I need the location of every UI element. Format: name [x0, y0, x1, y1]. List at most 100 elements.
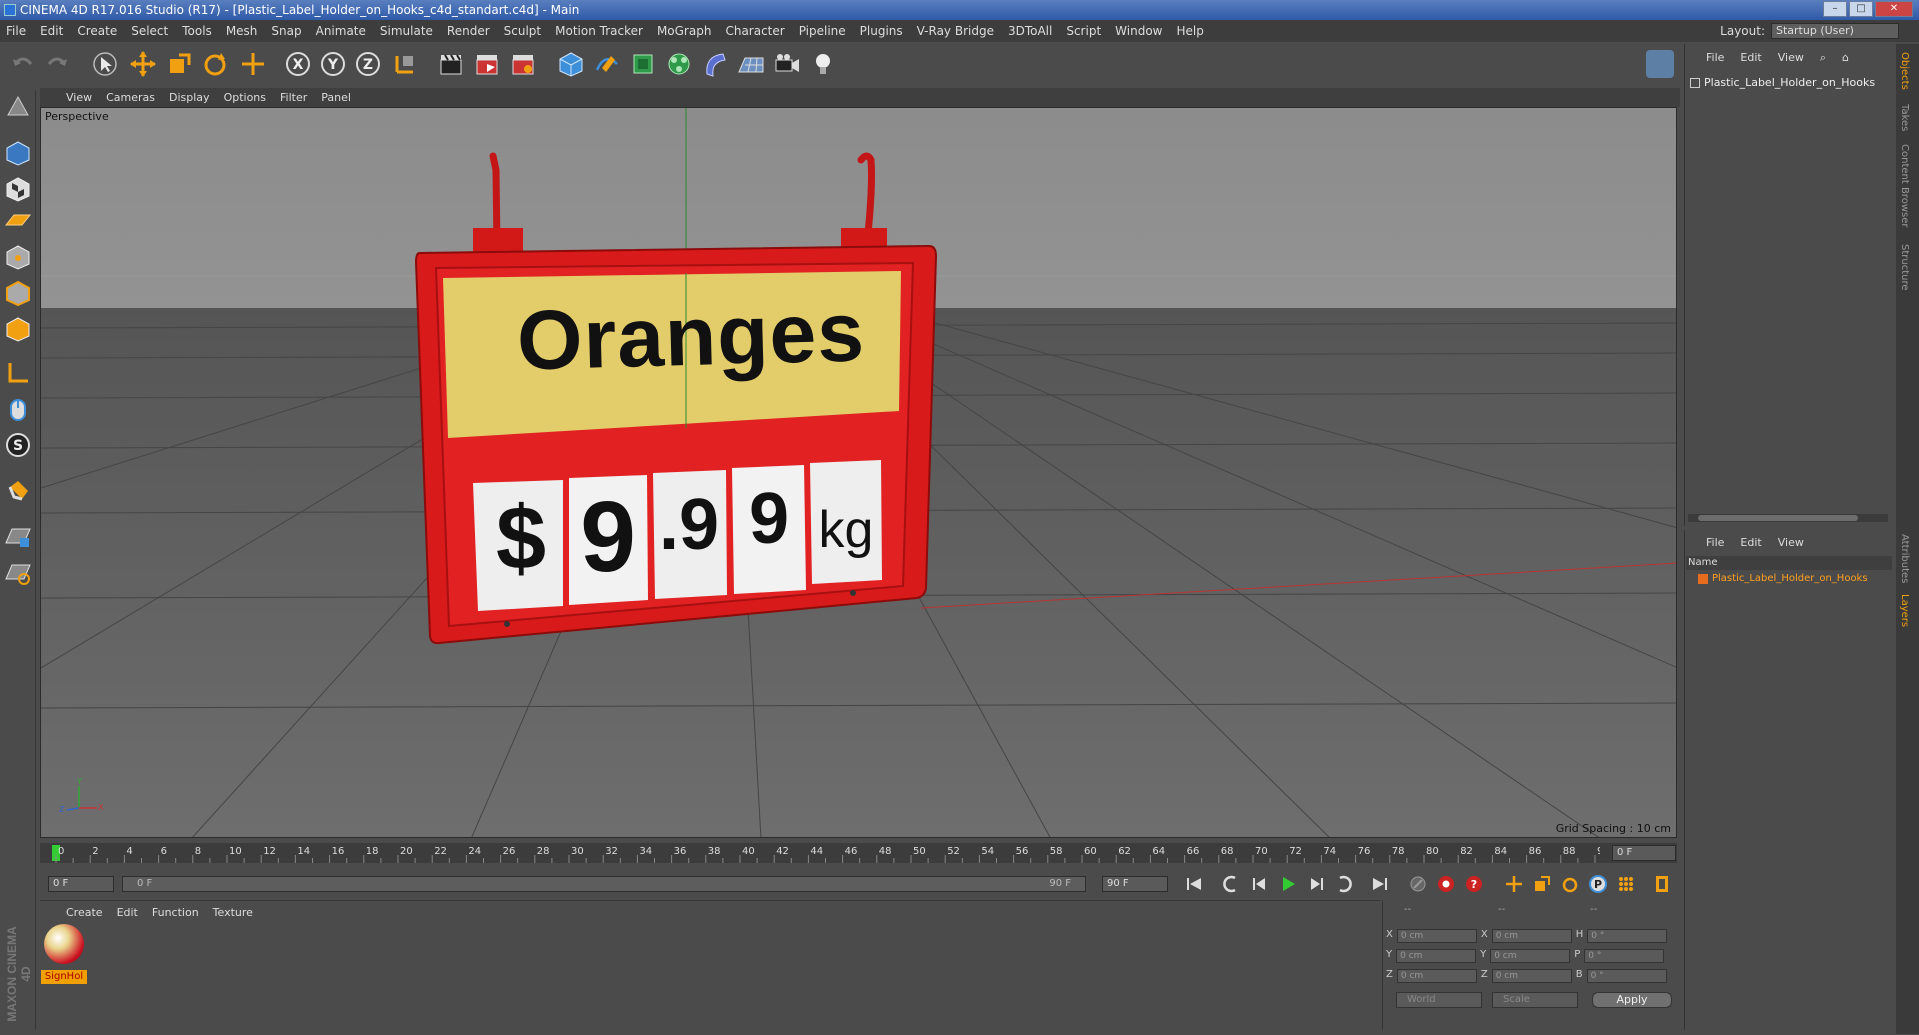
workplane-align-button[interactable] — [3, 558, 33, 588]
recent-tools-button[interactable] — [238, 49, 268, 79]
points-mode-button[interactable] — [3, 242, 33, 272]
menu-render[interactable]: Render — [447, 24, 490, 38]
rotate-tool-button[interactable] — [200, 49, 230, 79]
menu-snap[interactable]: Snap — [271, 24, 301, 38]
redo-button[interactable] — [42, 49, 72, 79]
viewport-menu-view[interactable]: View — [66, 91, 92, 104]
menu-edit[interactable]: Edit — [40, 24, 63, 38]
maximize-button[interactable]: □ — [1849, 1, 1873, 17]
coord-scale-dropdown[interactable]: Scale — [1492, 992, 1578, 1008]
rotation-b-field[interactable]: 0 ° — [1586, 969, 1667, 983]
apply-button[interactable]: Apply — [1592, 992, 1672, 1008]
previous-key-button[interactable] — [1219, 873, 1243, 895]
side-tab-attributes[interactable]: Attributes — [1899, 534, 1910, 583]
layer-row-plastic-label-holder[interactable]: Plastic_Label_Holder_on_Hooks — [1698, 573, 1868, 584]
live-selection-button[interactable] — [90, 49, 120, 79]
timeline-ruler[interactable]: 0 2 4 6 8 10 12 14 16 18 20 22 24 26 28 30 32 34 36 38 40 42 4… — [40, 843, 1677, 863]
close-button[interactable]: ✕ — [1875, 1, 1913, 17]
rotation-p-field[interactable]: 0 ° — [1584, 949, 1665, 963]
tweak-mode-button[interactable] — [3, 394, 33, 424]
move-tool-button[interactable] — [128, 49, 158, 79]
render-settings-button[interactable] — [508, 49, 538, 79]
workplane-mode-button[interactable] — [3, 206, 33, 236]
object-menu-file[interactable]: File — [1706, 51, 1724, 65]
z-axis-lock-button[interactable]: Z — [353, 49, 383, 79]
viewport-menu-options[interactable]: Options — [224, 91, 266, 104]
add-deformer-button[interactable] — [700, 49, 730, 79]
menu-character[interactable]: Character — [725, 24, 784, 38]
rotation-h-field[interactable]: 0 ° — [1587, 929, 1668, 943]
viewport-menu-display[interactable]: Display — [169, 91, 210, 104]
menu-help[interactable]: Help — [1176, 24, 1203, 38]
menu-plugins[interactable]: Plugins — [860, 24, 903, 38]
add-camera-button[interactable] — [772, 49, 802, 79]
perspective-viewport[interactable]: Oranges $ 9 .9 9 kg Y X Z — [40, 107, 1677, 838]
menu-sculpt[interactable]: Sculpt — [504, 24, 541, 38]
next-key-button[interactable] — [1332, 873, 1356, 895]
add-mograph-button[interactable] — [664, 49, 694, 79]
layer-menu-edit[interactable]: Edit — [1740, 536, 1761, 549]
coordinate-system-button[interactable] — [390, 49, 420, 79]
viewport-menu-panel[interactable]: Panel — [321, 91, 351, 104]
position-x-field[interactable]: 0 cm — [1396, 929, 1477, 943]
side-tab-layers[interactable]: Layers — [1899, 594, 1910, 627]
layout-dropdown[interactable]: Startup (User) — [1771, 23, 1899, 39]
key-scale-button[interactable] — [1530, 873, 1554, 895]
render-view-button[interactable] — [436, 49, 466, 79]
object-name-label[interactable]: Plastic_Label_Holder_on_Hooks — [1704, 76, 1875, 89]
object-manager-home-icon[interactable]: ⌂ — [1842, 51, 1849, 65]
texture-mode-button[interactable] — [3, 174, 33, 204]
material-menu-function[interactable]: Function — [152, 906, 199, 919]
frame-range-slider[interactable]: 0 F 90 F — [122, 876, 1086, 892]
minimize-button[interactable]: – — [1823, 1, 1847, 17]
add-light-button[interactable] — [808, 49, 838, 79]
record-active-objects-button[interactable] — [1434, 873, 1458, 895]
current-frame-field[interactable]: 0 F — [1612, 845, 1676, 861]
object-menu-view[interactable]: View — [1778, 51, 1804, 65]
model-mode-button[interactable] — [3, 138, 33, 168]
menu-vray-bridge[interactable]: V-Ray Bridge — [917, 24, 994, 38]
viewport-menu-filter[interactable]: Filter — [280, 91, 307, 104]
menu-mograph[interactable]: MoGraph — [657, 24, 712, 38]
object-row-plastic-label-holder[interactable]: Plastic_Label_Holder_on_Hooks — [1690, 76, 1875, 89]
object-manager-scrollbar[interactable] — [1688, 514, 1888, 522]
material-menu-texture[interactable]: Texture — [213, 906, 253, 919]
menu-mesh[interactable]: Mesh — [226, 24, 258, 38]
go-to-end-button[interactable] — [1368, 873, 1392, 895]
object-menu-edit[interactable]: Edit — [1740, 51, 1761, 65]
previous-frame-button[interactable] — [1248, 873, 1272, 895]
make-editable-button[interactable] — [3, 92, 33, 122]
coord-space-dropdown[interactable]: World — [1396, 992, 1482, 1008]
timeline-window-button[interactable] — [1650, 873, 1674, 895]
size-y-field[interactable]: 0 cm — [1490, 949, 1571, 963]
position-y-field[interactable]: 0 cm — [1396, 949, 1477, 963]
menu-3dtoall[interactable]: 3DToAll — [1008, 24, 1052, 38]
layer-name-label[interactable]: Plastic_Label_Holder_on_Hooks — [1712, 573, 1868, 584]
go-to-start-button[interactable] — [1182, 873, 1206, 895]
position-z-field[interactable]: 0 cm — [1396, 969, 1477, 983]
add-cube-button[interactable] — [556, 49, 586, 79]
side-tab-takes[interactable]: Takes — [1899, 104, 1910, 131]
material-name-label[interactable]: SignHol — [41, 970, 87, 984]
scale-tool-button[interactable] — [164, 49, 194, 79]
axis-mode-button[interactable] — [3, 358, 33, 388]
side-tab-content-browser[interactable]: Content Browser — [1899, 144, 1910, 227]
menu-tools[interactable]: Tools — [182, 24, 212, 38]
menu-window[interactable]: Window — [1115, 24, 1162, 38]
key-pla-button[interactable] — [1614, 873, 1638, 895]
side-tab-objects[interactable]: Objects — [1899, 52, 1910, 90]
layer-menu-file[interactable]: File — [1706, 536, 1724, 549]
polygons-mode-button[interactable] — [3, 314, 33, 344]
snap-button[interactable]: S — [3, 430, 33, 460]
render-to-picture-viewer-button[interactable] — [472, 49, 502, 79]
autokeying-button[interactable]: ? — [1462, 873, 1486, 895]
size-z-field[interactable]: 0 cm — [1491, 969, 1572, 983]
menu-animate[interactable]: Animate — [316, 24, 366, 38]
key-position-button[interactable] — [1502, 873, 1526, 895]
edges-mode-button[interactable] — [3, 278, 33, 308]
undo-button[interactable] — [8, 49, 38, 79]
menu-simulate[interactable]: Simulate — [380, 24, 433, 38]
size-x-field[interactable]: 0 cm — [1491, 929, 1572, 943]
add-spline-button[interactable] — [592, 49, 622, 79]
magnet-button[interactable] — [3, 476, 33, 506]
